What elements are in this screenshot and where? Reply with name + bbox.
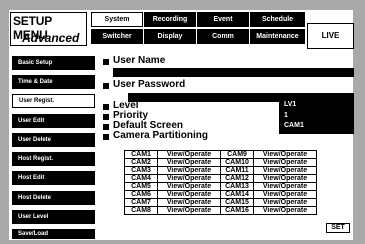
camera-label: CAM13 — [220, 182, 254, 191]
camera-label: CAM16 — [220, 206, 254, 215]
camera-label: CAM12 — [220, 174, 254, 183]
permission-select[interactable]: View/Operate — [157, 190, 221, 199]
permission-select[interactable]: View/Operate — [157, 182, 221, 191]
table-row: CAM6 View/Operate CAM14 View/Operate — [124, 190, 317, 199]
tab-schedule[interactable]: Schedule — [250, 12, 305, 27]
table-row: CAM8 View/Operate CAM16 View/Operate — [124, 206, 317, 215]
tab-system[interactable]: System — [91, 12, 143, 27]
camera-label: CAM11 — [220, 166, 254, 175]
table-row: CAM5 View/Operate CAM13 View/Operate — [124, 182, 317, 191]
menu-title-box: SETUP MENU Advanced — [10, 12, 87, 46]
default-screen-value[interactable]: CAM1 — [284, 122, 304, 129]
permission-select[interactable]: View/Operate — [253, 158, 317, 167]
permission-select[interactable]: View/Operate — [157, 158, 221, 167]
permission-select[interactable]: View/Operate — [157, 174, 221, 183]
permission-select[interactable]: View/Operate — [253, 166, 317, 175]
tab-recording[interactable]: Recording — [144, 12, 196, 27]
table-row: CAM2 View/Operate CAM10 View/Operate — [124, 158, 317, 167]
table-row: CAM1 View/Operate CAM9 View/Operate — [124, 150, 317, 159]
permission-select[interactable]: View/Operate — [253, 190, 317, 199]
camera-label: CAM1 — [124, 150, 158, 159]
tab-comm[interactable]: Comm — [197, 29, 249, 44]
permission-select[interactable]: View/Operate — [253, 182, 317, 191]
permission-select[interactable]: View/Operate — [157, 198, 221, 207]
camera-label: CAM8 — [124, 206, 158, 215]
sidebar-item-user-level[interactable]: User Level — [12, 210, 95, 224]
camera-label: CAM2 — [124, 158, 158, 167]
level-value[interactable]: LV1 — [284, 101, 296, 108]
tab-maintenance[interactable]: Maintenance — [250, 29, 305, 44]
permission-select[interactable]: View/Operate — [253, 198, 317, 207]
sidebar-item-host-edit[interactable]: Host Edit — [12, 171, 95, 185]
tab-event[interactable]: Event — [197, 12, 249, 27]
permission-select[interactable]: View/Operate — [253, 174, 317, 183]
tab-display[interactable]: Display — [144, 29, 196, 44]
live-button[interactable]: LIVE — [307, 23, 354, 49]
camera-label: CAM10 — [220, 158, 254, 167]
camera-label: CAM15 — [220, 198, 254, 207]
permission-select[interactable]: View/Operate — [253, 150, 317, 159]
menu-subtitle: Advanced — [22, 31, 80, 45]
table-row: CAM3 View/Operate CAM11 View/Operate — [124, 166, 317, 175]
user-name-label: User Name — [113, 55, 166, 66]
user-name-field[interactable] — [113, 68, 354, 77]
camera-label: CAM3 — [124, 166, 158, 175]
bullet-icon — [103, 104, 109, 110]
sidebar-item-user-delete[interactable]: User Delete — [12, 133, 95, 147]
camera-label: CAM5 — [124, 182, 158, 191]
sidebar-item-host-regist[interactable]: Host Regist. — [12, 152, 95, 166]
camera-label: CAM9 — [220, 150, 254, 159]
camera-label: CAM4 — [124, 174, 158, 183]
sidebar-item-time-date[interactable]: Time & Date — [12, 75, 95, 89]
tab-switcher[interactable]: Switcher — [91, 29, 143, 44]
camera-label: CAM7 — [124, 198, 158, 207]
sidebar-item-basic-setup[interactable]: Basic Setup — [12, 56, 95, 70]
permission-select[interactable]: View/Operate — [253, 206, 317, 215]
permission-select[interactable]: View/Operate — [157, 166, 221, 175]
permission-select[interactable]: View/Operate — [157, 206, 221, 215]
bullet-icon — [103, 134, 109, 140]
camera-partitioning-table: CAM1 View/Operate CAM9 View/Operate CAM2 View… — [124, 150, 317, 215]
priority-value[interactable]: 1 — [284, 112, 288, 119]
permission-select[interactable]: View/Operate — [157, 150, 221, 159]
sidebar-item-save-load[interactable]: Save/Load — [12, 229, 95, 239]
bullet-icon — [103, 83, 109, 89]
set-button[interactable]: SET — [326, 223, 350, 233]
table-row: CAM7 View/Operate CAM15 View/Operate — [124, 198, 317, 207]
camera-partitioning-label: Camera Partitioning — [113, 130, 209, 141]
sidebar-item-user-edit[interactable]: User Edit — [12, 114, 95, 128]
sidebar-item-host-delete[interactable]: Host Delete — [12, 191, 95, 205]
user-password-label: User Password — [113, 79, 186, 90]
bullet-icon — [103, 59, 109, 65]
table-row: CAM4 View/Operate CAM12 View/Operate — [124, 174, 317, 183]
bullet-icon — [103, 124, 109, 130]
bullet-icon — [103, 114, 109, 120]
sidebar-item-user-regist[interactable]: User Regist. — [12, 94, 95, 108]
camera-label: CAM14 — [220, 190, 254, 199]
camera-label: CAM6 — [124, 190, 158, 199]
